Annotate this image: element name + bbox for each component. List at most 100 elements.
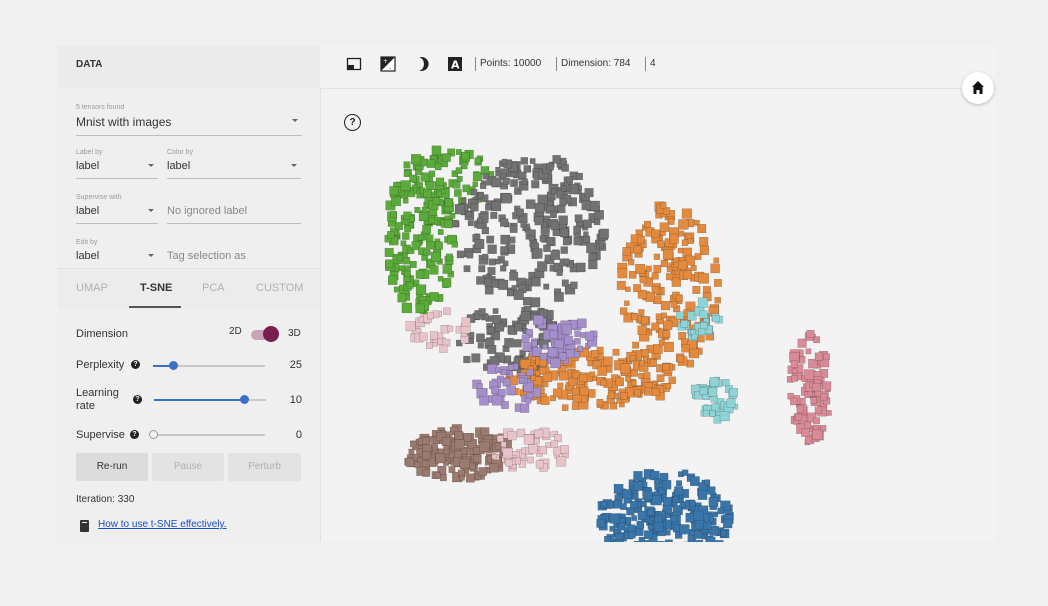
data-point[interactable] <box>633 245 642 254</box>
data-point[interactable] <box>583 219 592 228</box>
data-point[interactable] <box>697 335 705 343</box>
data-point[interactable] <box>520 157 529 165</box>
data-point[interactable] <box>630 501 638 509</box>
data-point[interactable] <box>472 447 480 455</box>
data-point[interactable] <box>805 348 812 355</box>
data-point[interactable] <box>559 228 569 238</box>
data-point[interactable] <box>681 239 689 246</box>
night-mode-icon[interactable] <box>414 56 430 72</box>
data-point[interactable] <box>668 376 676 384</box>
data-point[interactable] <box>583 236 591 243</box>
data-point[interactable] <box>434 163 442 171</box>
data-point[interactable] <box>647 508 655 516</box>
data-point[interactable] <box>674 486 684 496</box>
data-point[interactable] <box>631 313 639 320</box>
data-point[interactable] <box>442 264 453 274</box>
data-point[interactable] <box>465 473 475 483</box>
data-point[interactable] <box>387 231 395 239</box>
data-point[interactable] <box>410 154 422 165</box>
data-point[interactable] <box>612 348 620 356</box>
data-point[interactable] <box>502 177 510 185</box>
data-point[interactable] <box>538 367 547 375</box>
data-point[interactable] <box>791 368 798 374</box>
data-point[interactable] <box>479 441 490 452</box>
data-point[interactable] <box>463 265 471 273</box>
data-point[interactable] <box>620 503 627 510</box>
data-point[interactable] <box>523 165 531 173</box>
data-point[interactable] <box>653 253 661 260</box>
perturb-button[interactable]: Perturb <box>228 453 301 481</box>
data-point[interactable] <box>645 265 652 272</box>
data-point[interactable] <box>691 333 698 340</box>
data-point[interactable] <box>520 221 527 228</box>
data-point[interactable] <box>557 382 564 389</box>
data-point[interactable] <box>505 459 513 467</box>
data-point[interactable] <box>454 439 465 450</box>
data-point[interactable] <box>422 460 430 468</box>
data-point[interactable] <box>496 435 504 443</box>
data-point[interactable] <box>689 348 700 359</box>
data-point[interactable] <box>633 541 641 542</box>
data-point[interactable] <box>410 441 417 448</box>
data-point[interactable] <box>459 475 465 481</box>
data-point[interactable] <box>687 238 694 245</box>
data-point[interactable] <box>694 530 703 539</box>
data-point[interactable] <box>672 496 680 504</box>
data-point[interactable] <box>522 342 532 352</box>
data-point[interactable] <box>669 233 679 244</box>
tab-pca[interactable]: PCA <box>202 282 225 294</box>
data-point[interactable] <box>404 225 412 233</box>
data-point[interactable] <box>402 256 411 265</box>
data-point[interactable] <box>796 405 804 413</box>
contrast-icon[interactable]: + - <box>380 56 396 72</box>
data-point[interactable] <box>826 410 832 416</box>
data-point[interactable] <box>647 524 654 530</box>
data-point[interactable] <box>543 283 550 290</box>
data-point[interactable] <box>573 225 581 234</box>
data-point[interactable] <box>422 437 430 445</box>
data-point[interactable] <box>402 197 409 204</box>
data-point[interactable] <box>567 394 573 401</box>
data-point[interactable] <box>556 204 566 214</box>
data-point[interactable] <box>549 211 557 219</box>
data-point[interactable] <box>426 312 434 320</box>
tab-umap[interactable]: UMAP <box>76 282 108 294</box>
data-point[interactable] <box>616 280 626 290</box>
data-point[interactable] <box>659 472 669 482</box>
data-point[interactable] <box>456 175 463 182</box>
data-point[interactable] <box>624 300 630 306</box>
data-point[interactable] <box>622 247 631 256</box>
data-point[interactable] <box>431 145 442 156</box>
data-point[interactable] <box>662 248 674 260</box>
data-point[interactable] <box>434 241 443 250</box>
data-point[interactable] <box>499 218 509 227</box>
data-point[interactable] <box>539 235 546 242</box>
data-point[interactable] <box>637 510 647 521</box>
data-point[interactable] <box>662 320 673 331</box>
tsne-help-link[interactable]: How to use t-SNE effectively. <box>98 519 227 530</box>
data-point[interactable] <box>534 429 544 439</box>
data-point[interactable] <box>547 347 558 357</box>
data-point[interactable] <box>604 536 611 542</box>
data-point[interactable] <box>603 356 613 367</box>
data-point[interactable] <box>508 236 516 244</box>
data-point[interactable] <box>474 157 481 164</box>
data-point[interactable] <box>653 343 663 354</box>
data-point[interactable] <box>576 262 586 273</box>
data-point[interactable] <box>643 372 651 379</box>
data-point[interactable] <box>514 323 523 332</box>
data-point[interactable] <box>679 524 690 535</box>
data-point[interactable] <box>542 372 553 382</box>
data-point[interactable] <box>583 231 589 237</box>
data-point[interactable] <box>510 179 518 187</box>
data-point[interactable] <box>550 440 558 448</box>
data-point[interactable] <box>613 539 623 542</box>
data-point[interactable] <box>707 486 716 495</box>
data-point[interactable] <box>444 219 453 229</box>
data-point[interactable] <box>559 371 569 381</box>
data-point[interactable] <box>422 451 431 460</box>
data-point[interactable] <box>470 189 478 196</box>
data-point[interactable] <box>472 171 483 182</box>
data-point[interactable] <box>443 307 451 315</box>
data-point[interactable] <box>507 364 515 371</box>
